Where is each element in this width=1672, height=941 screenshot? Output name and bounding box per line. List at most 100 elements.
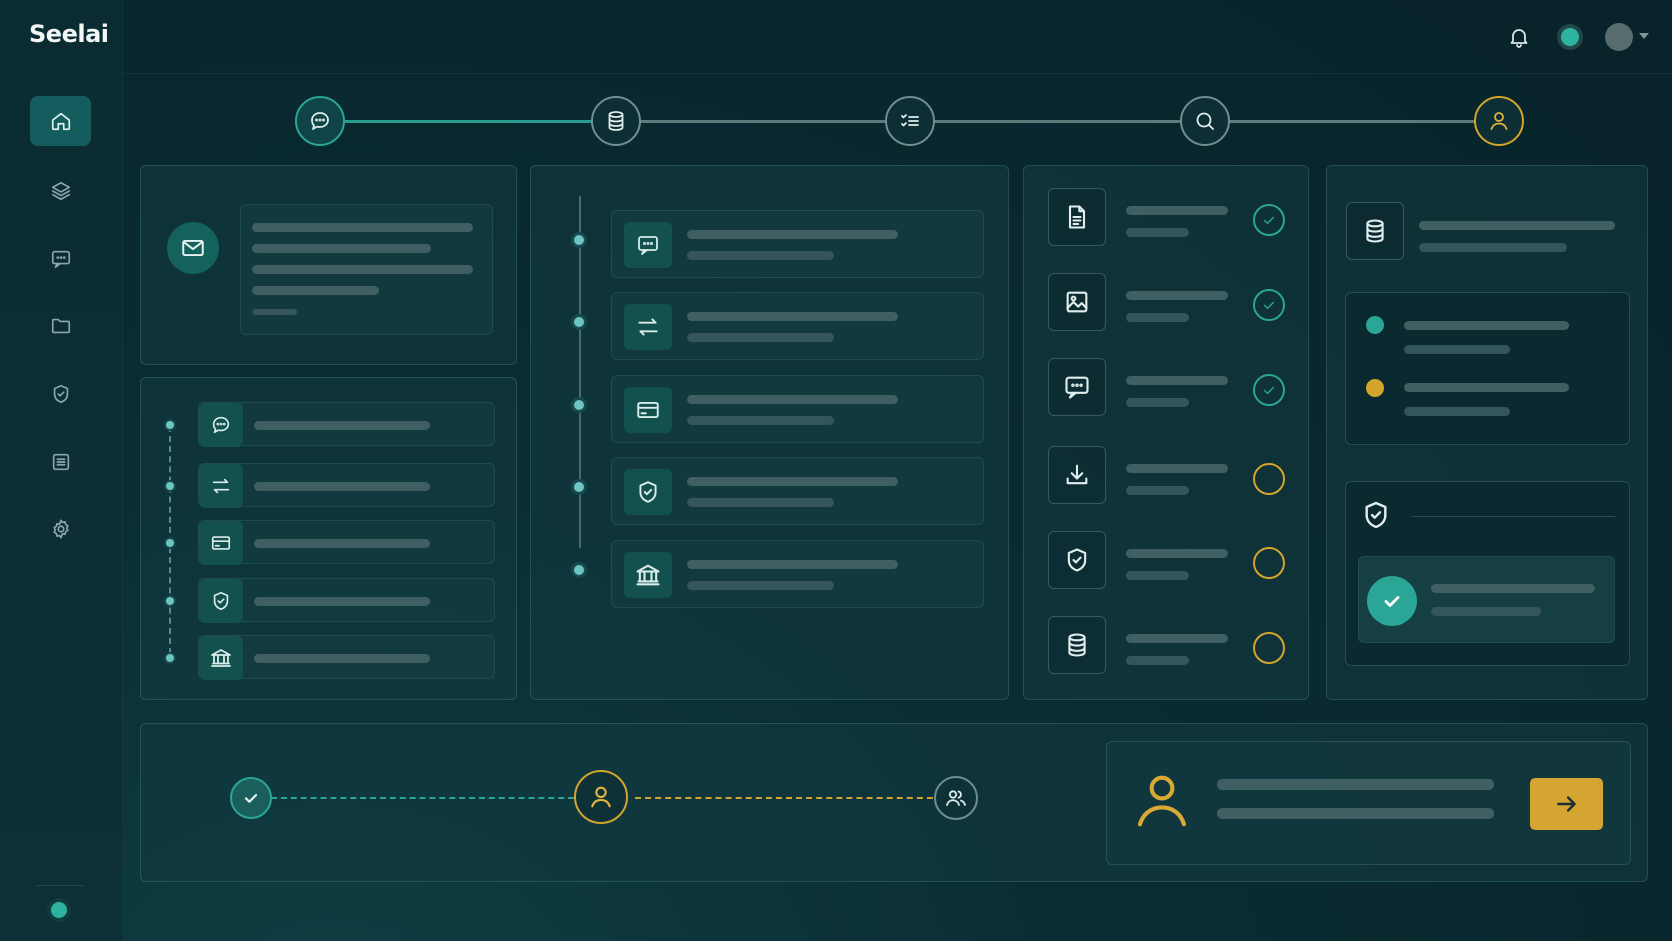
check-icon [1263,216,1275,225]
text-placeholder [1404,321,1569,330]
shield-check-icon [213,591,229,611]
checklist-item-download[interactable] [1048,446,1106,504]
flow-step-pending[interactable] [934,776,978,820]
timeline-item[interactable] [611,375,984,443]
email-preview[interactable] [240,204,493,335]
text-placeholder [1404,383,1569,392]
text-placeholder [254,539,430,548]
timeline-item-icon [624,387,672,433]
sidebar-item-home[interactable] [30,96,91,146]
text-placeholder [254,597,430,606]
checklist-item-document[interactable] [1048,188,1106,246]
email-card [140,165,517,365]
document-icon [1068,205,1086,229]
status-complete [1253,374,1285,406]
sidebar-item-list[interactable] [30,437,91,487]
text-placeholder [1126,464,1228,473]
text-placeholder [687,581,834,590]
chevron-down-icon[interactable] [1639,33,1649,39]
timeline-item[interactable] [611,457,984,525]
chat-icon [311,112,329,130]
checklist-item-database[interactable] [1048,616,1106,674]
checklist-item-security[interactable] [1048,531,1106,589]
timeline-item[interactable] [611,210,984,278]
timeline-item[interactable] [611,292,984,360]
status-legend [1345,292,1630,445]
text-placeholder [254,654,430,663]
sidebar-item-security[interactable] [30,369,91,419]
text-placeholder [1126,486,1189,495]
text-placeholder [687,312,898,321]
text-placeholder [1126,228,1189,237]
step-search[interactable] [1180,96,1230,146]
checklist-icon [901,114,919,127]
status-dot-teal [1366,316,1384,334]
mail-icon [182,239,204,257]
step-database[interactable] [591,96,641,146]
list-item-icon [199,464,243,508]
checklist-item-image[interactable] [1048,273,1106,331]
text-placeholder [1431,584,1595,593]
flow-step-current[interactable] [574,770,628,824]
step-user[interactable] [1474,96,1524,146]
text-placeholder [1404,345,1510,354]
text-placeholder [1126,398,1189,407]
list-item[interactable] [198,520,495,565]
list-item[interactable] [198,463,495,508]
status-indicator[interactable] [47,898,71,922]
sidebar-item-messages[interactable] [30,234,91,284]
timeline-item-icon [624,469,672,515]
users-icon [946,790,966,806]
list-item-icon [199,521,243,565]
email-avatar [167,222,219,274]
bank-icon [211,649,231,667]
sidebar-item-settings[interactable] [30,504,91,554]
database-icon [1366,219,1384,243]
top-bar [123,0,1672,74]
gear-icon [52,519,69,539]
activity-timeline-card [530,165,1009,700]
arrow-right-icon [1556,796,1576,812]
step-checklist[interactable] [885,96,935,146]
folder-icon [51,318,70,334]
list-icon [52,453,69,471]
text-placeholder [252,244,431,253]
search-icon [1196,112,1214,130]
text-placeholder [1126,549,1228,558]
verified-item[interactable] [1358,556,1615,643]
flow-step-complete[interactable] [230,777,272,819]
stepper-connector [1228,120,1475,123]
sidebar-item-layers[interactable] [30,166,91,216]
avatar[interactable] [1605,23,1633,51]
timeline-dot [571,314,587,330]
credit-card-icon [211,536,231,550]
timeline-dot [571,479,587,495]
text-placeholder [687,395,898,404]
proceed-button[interactable] [1530,778,1603,830]
timeline-dot [571,397,587,413]
message-icon [1065,376,1089,399]
home-icon [51,112,70,131]
sidebar-item-files[interactable] [30,301,91,351]
timeline-item[interactable] [611,540,984,608]
list-item[interactable] [198,402,495,447]
text-placeholder [1126,656,1189,665]
notifications-button[interactable] [1507,24,1531,50]
online-status-dot[interactable] [1557,24,1583,50]
list-item[interactable] [198,578,495,623]
list-item-icon [199,579,243,623]
list-item[interactable] [198,635,495,680]
text-placeholder [1419,243,1567,252]
timeline-dot [164,652,176,664]
database-tile[interactable] [1346,202,1404,260]
list-item-icon [199,636,243,680]
checklist-item-message[interactable] [1048,358,1106,416]
timeline-dot [571,562,587,578]
bell-icon [1510,29,1528,48]
text-placeholder [1217,808,1494,819]
timeline-dot [164,595,176,607]
step-messages[interactable] [295,96,345,146]
text-placeholder [1217,779,1494,790]
brand-logo[interactable]: Seelai [29,20,109,48]
text-placeholder [687,333,834,342]
